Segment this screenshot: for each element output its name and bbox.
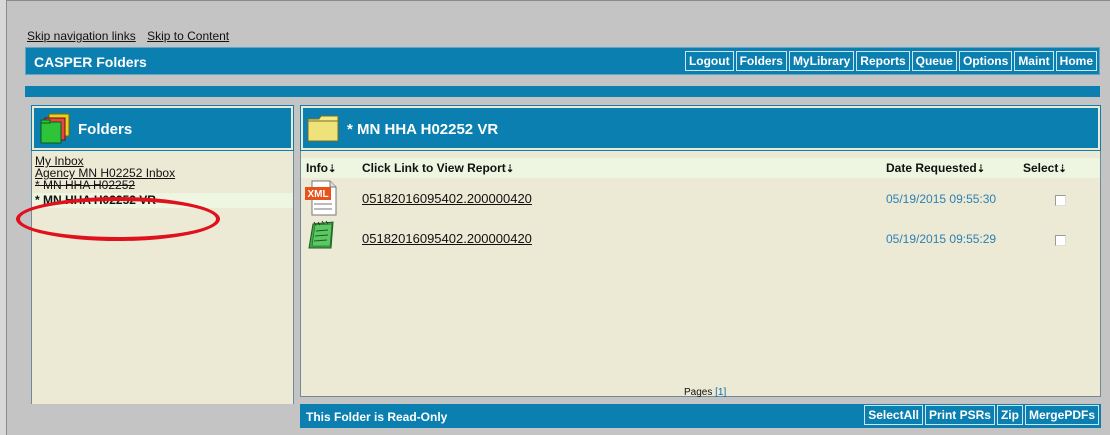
top-navigation: Logout Folders MyLibrary Reports Queue O… (684, 51, 1097, 71)
report-table-header: Info⇣ Click Link to View Report⇣ Date Re… (301, 158, 1100, 178)
app-title: CASPER Folders (34, 54, 147, 70)
table-row: XML 05182016095402.200000420 05/19/2015 … (301, 180, 1100, 222)
logout-button[interactable]: Logout (684, 51, 734, 71)
skip-links: Skip navigation links Skip to Content (27, 29, 237, 43)
queue-button[interactable]: Queue (911, 51, 957, 71)
sort-arrow-icon: ⇣ (505, 164, 515, 175)
folders-panel-header: Folders (31, 105, 294, 151)
bottom-buttons: SelectAll Print PSRs Zip MergePDFs (864, 405, 1099, 425)
sort-arrow-icon: ⇣ (1058, 164, 1067, 175)
header-divider-bar (25, 86, 1100, 97)
column-date-requested[interactable]: Date Requested⇣ (886, 161, 985, 175)
column-report[interactable]: Click Link to View Report⇣ (362, 161, 514, 175)
pages-label: Pages (684, 387, 713, 398)
maint-button[interactable]: Maint (1014, 51, 1054, 71)
current-folder-title: * MN HHA H02252 VR (347, 121, 499, 138)
table-row: 05182016095402.200000420 05/19/2015 09:5… (301, 220, 1100, 262)
column-info[interactable]: Info⇣ (306, 161, 336, 175)
options-button[interactable]: Options (958, 51, 1013, 71)
select-checkbox[interactable] (1055, 235, 1066, 246)
folder-item-mn-hha[interactable]: * MN HHA H02252 (32, 179, 293, 191)
sort-arrow-icon: ⇣ (976, 164, 986, 175)
select-checkbox[interactable] (1055, 195, 1066, 206)
skip-navigation-link[interactable]: Skip navigation links (27, 29, 136, 43)
folder-icon (307, 115, 339, 142)
date-requested: 05/19/2015 09:55:29 (886, 232, 997, 246)
left-footer-spacer (31, 404, 294, 428)
select-all-button[interactable]: SelectAll (864, 405, 923, 425)
xml-file-icon[interactable]: XML (304, 180, 338, 216)
report-list-panel: * MN HHA H02252 VR Info⇣ Click Link to V… (300, 105, 1101, 398)
sort-arrow-icon: ⇣ (328, 164, 337, 175)
pagination: Pages [1] (684, 387, 726, 398)
window-frame: Skip navigation links Skip to Content CA… (6, 0, 1110, 435)
page-1-link[interactable]: [1] (715, 387, 726, 398)
reports-button[interactable]: Reports (856, 51, 910, 71)
print-psrs-button[interactable]: Print PSRs (924, 405, 995, 425)
bottom-action-bar: This Folder is Read-Only SelectAll Print… (300, 404, 1101, 428)
folders-icon (40, 113, 70, 144)
app-header-bar: CASPER Folders Logout Folders MyLibrary … (25, 47, 1100, 75)
zip-button[interactable]: Zip (996, 405, 1023, 425)
folder-item-mn-hha-vr-selected[interactable]: * MN HHA H02252 VR (32, 193, 293, 208)
notepad-icon[interactable] (307, 220, 337, 250)
home-button[interactable]: Home (1055, 51, 1097, 71)
folder-list: My Inbox Agency MN H02252 Inbox * MN HHA… (32, 150, 293, 208)
report-link[interactable]: 05182016095402.200000420 (362, 231, 532, 246)
svg-text:XML: XML (307, 189, 328, 200)
merge-pdfs-button[interactable]: MergePDFs (1024, 405, 1099, 425)
folders-panel-title: Folders (78, 121, 133, 138)
folders-button[interactable]: Folders (735, 51, 787, 71)
column-select[interactable]: Select⇣ (1023, 161, 1067, 175)
report-panel-header: * MN HHA H02252 VR (300, 105, 1101, 151)
skip-to-content-link[interactable]: Skip to Content (147, 29, 229, 43)
folders-panel: Folders My Inbox Agency MN H02252 Inbox … (31, 105, 294, 425)
read-only-status: This Folder is Read-Only (306, 410, 448, 424)
mylibrary-button[interactable]: MyLibrary (788, 51, 855, 71)
report-link[interactable]: 05182016095402.200000420 (362, 191, 532, 206)
date-requested: 05/19/2015 09:55:30 (886, 192, 997, 206)
